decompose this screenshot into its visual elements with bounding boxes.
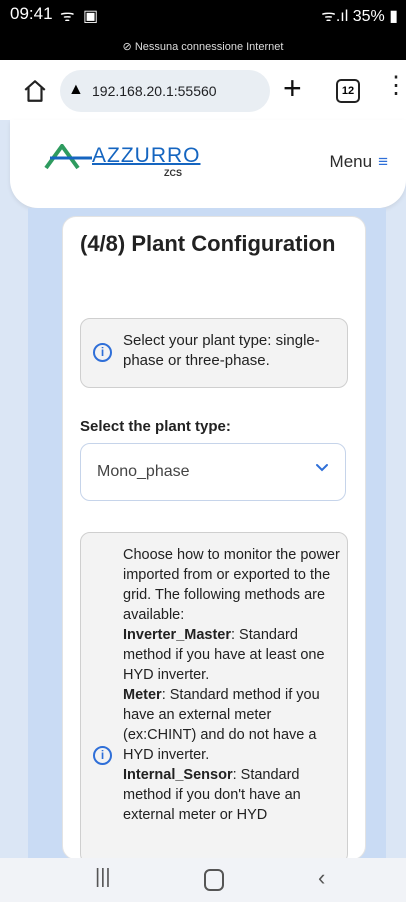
chevron-down-icon[interactable] xyxy=(315,460,329,474)
monitoring-info-box: i Choose how to monitor the power import… xyxy=(80,532,348,864)
method-internal-sensor-name: Internal_Sensor xyxy=(123,767,233,783)
address-bar[interactable]: ▲ 192.168.20.1:55560 xyxy=(60,70,270,112)
home-nav-icon[interactable] xyxy=(204,869,224,891)
battery-level: 35% xyxy=(352,8,385,25)
logo-text: AZZURRO xyxy=(92,144,201,167)
tab-switcher-button[interactable]: 12 xyxy=(336,79,360,103)
no-network-icon: ⊘ xyxy=(122,41,135,53)
warning-icon[interactable]: ▲ xyxy=(68,81,84,99)
status-time: 09:41 xyxy=(10,4,53,23)
status-bar: 09:41 ᯤ ▣ ᯤ.ıl 35% ▮ ⊘ Nessuna connessio… xyxy=(0,0,406,60)
method-meter-name: Meter xyxy=(123,687,162,703)
system-nav-bar: ||| ‹ xyxy=(0,858,406,902)
plant-type-info-text: Select your plant type: single-phase or … xyxy=(123,332,320,369)
logo-sub: ZCS xyxy=(164,168,182,178)
url-text[interactable]: 192.168.20.1:55560 xyxy=(92,83,217,99)
method-inverter-master-name: Inverter_Master xyxy=(123,627,231,643)
back-nav-icon[interactable]: ‹ xyxy=(318,865,325,891)
network-notice-text: Nessuna connessione Internet xyxy=(134,41,284,53)
status-right: ᯤ.ıl 35% ▮ xyxy=(321,4,398,26)
monitoring-info-text: Choose how to monitor the power imported… xyxy=(123,545,343,825)
new-tab-plus-icon[interactable]: + xyxy=(283,70,302,107)
menu-button[interactable]: Menu ≡ xyxy=(330,152,388,172)
hamburger-icon: ≡ xyxy=(378,152,388,171)
info-icon: i xyxy=(93,746,112,765)
plant-type-select[interactable]: Mono_phase xyxy=(80,443,346,501)
network-notice: ⊘ Nessuna connessione Internet xyxy=(0,40,406,53)
wifi-call-icon: ᯤ ▣ xyxy=(60,8,101,25)
menu-label: Menu xyxy=(329,152,373,171)
battery-icon: ▮ xyxy=(384,8,398,25)
home-icon[interactable] xyxy=(22,78,48,104)
recent-apps-icon[interactable]: ||| xyxy=(95,866,111,889)
browser-toolbar: ▲ 192.168.20.1:55560 + 12 ⋮ xyxy=(0,60,406,120)
more-vert-icon[interactable]: ⋮ xyxy=(384,71,406,100)
monitoring-intro: Choose how to monitor the power imported… xyxy=(123,547,340,623)
info-icon: i xyxy=(93,343,112,362)
site-header: AZZURRO ZCS Menu ≡ xyxy=(10,120,406,208)
signal-icon: ᯤ.ıl xyxy=(321,8,353,25)
plant-type-select-value[interactable]: Mono_phase xyxy=(97,463,190,481)
plant-type-info-box: i Select your plant type: single-phase o… xyxy=(80,318,348,388)
page-title: (4/8) Plant Configuration xyxy=(80,231,336,256)
plant-type-label: Select the plant type: xyxy=(80,418,231,435)
